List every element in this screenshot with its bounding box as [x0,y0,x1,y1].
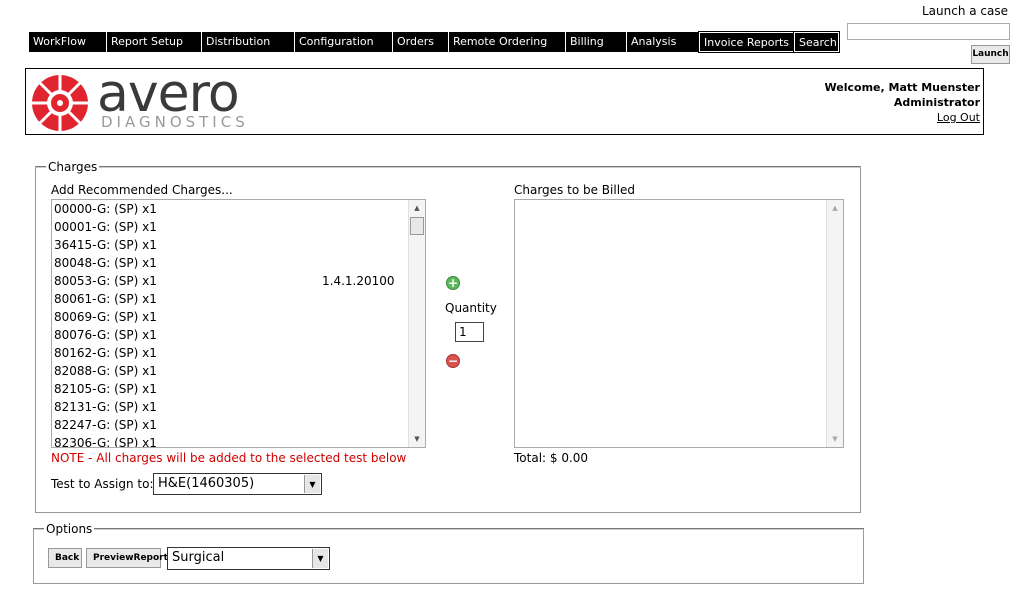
total-amount: Total: $ 0.00 [514,451,589,465]
recommended-charges-label: Add Recommended Charges... [51,183,233,197]
options-legend: Options [46,522,93,536]
logo-subtitle: DIAGNOSTICS [101,113,249,131]
list-item[interactable]: 80048-G: (SP) x1 [52,254,425,272]
logout-link[interactable]: Log Out [825,110,980,125]
test-assign-select[interactable]: H&E(1460305) ▼ [153,473,322,495]
nav-item-report-setup[interactable]: Report Setup [107,32,202,52]
welcome-text: Welcome, Matt Muenster [824,81,980,94]
charges-note: NOTE - All charges will be added to the … [51,451,407,465]
chevron-down-icon[interactable]: ▼ [312,549,328,568]
nav-item-remote-ordering[interactable]: Remote Ordering [449,32,566,52]
user-role: Administrator [893,96,980,109]
scroll-up-icon[interactable]: ▲ [409,201,425,215]
nav-item-analysis[interactable]: Analysis [627,32,699,52]
billed-list-scrollbar[interactable]: ▲ ▼ [826,200,843,447]
remove-charge-icon[interactable]: − [446,354,460,368]
test-assign-label: Test to Assign to: [51,477,154,491]
nav-item-invoice-reports[interactable]: Invoice Reports [698,31,795,53]
list-item[interactable]: 80061-G: (SP) x1 [52,290,425,308]
list-item[interactable]: 80076-G: (SP) x1 [52,326,425,344]
list-item[interactable]: 82131-G: (SP) x1 [52,398,425,416]
quantity-input[interactable] [455,322,484,342]
nav-item-distribution[interactable]: Distribution [202,32,295,52]
main-nav: WorkFlow Report Setup Distribution Configur… [29,31,840,53]
charges-legend: Charges [48,160,98,174]
avero-logo-icon [30,73,90,136]
report-type-value: Surgical [172,550,225,565]
preview-report-button[interactable]: PreviewReport [86,548,168,568]
launch-button[interactable]: Launch [971,45,1010,64]
test-assign-value: H&E(1460305) [158,476,255,491]
nav-item-billing[interactable]: Billing [566,32,627,52]
scroll-thumb[interactable] [410,217,424,235]
recommended-charges-list[interactable]: 00000-G: (SP) x1 00001-G: (SP) x1 36415-G:… [51,199,426,448]
nav-item-orders[interactable]: Orders [393,32,449,52]
charges-to-be-billed-label: Charges to be Billed [514,183,636,197]
list-item[interactable]: 82088-G: (SP) x1 [52,362,425,380]
add-charge-icon[interactable]: + [446,276,460,290]
recommended-list-scrollbar[interactable]: ▲ ▼ [408,200,425,447]
quantity-label: Quantity [445,301,497,315]
version-text: 1.4.1.20100 [322,274,395,288]
nav-item-configuration[interactable]: Configuration [295,32,393,52]
scroll-up-icon[interactable]: ▲ [827,201,843,215]
scroll-down-icon[interactable]: ▼ [827,432,843,446]
nav-item-search[interactable]: Search [793,31,840,53]
list-item[interactable]: 82306-G: (SP) x1 [52,434,425,447]
list-item[interactable]: 00000-G: (SP) x1 [52,200,425,218]
list-item[interactable]: 80069-G: (SP) x1 [52,308,425,326]
header-banner: avero DIAGNOSTICS Welcome, Matt Muenster… [25,64,984,136]
chevron-down-icon[interactable]: ▼ [304,475,320,493]
launch-case-label: Launch a case [921,4,1008,18]
list-item[interactable]: 82105-G: (SP) x1 [52,380,425,398]
list-item[interactable]: 36415-G: (SP) x1 [52,236,425,254]
list-item[interactable]: 82247-G: (SP) x1 [52,416,425,434]
report-type-select[interactable]: Surgical ▼ [167,547,330,570]
scroll-down-icon[interactable]: ▼ [409,432,425,446]
nav-item-workflow[interactable]: WorkFlow [29,32,107,52]
list-item[interactable]: 80162-G: (SP) x1 [52,344,425,362]
launch-case-input[interactable] [847,23,1010,40]
back-button[interactable]: Back [48,548,82,568]
charges-to-be-billed-list[interactable]: ▲ ▼ [514,199,844,448]
list-item[interactable]: 00001-G: (SP) x1 [52,218,425,236]
user-info: Welcome, Matt Muenster Administrator Log… [825,80,980,125]
